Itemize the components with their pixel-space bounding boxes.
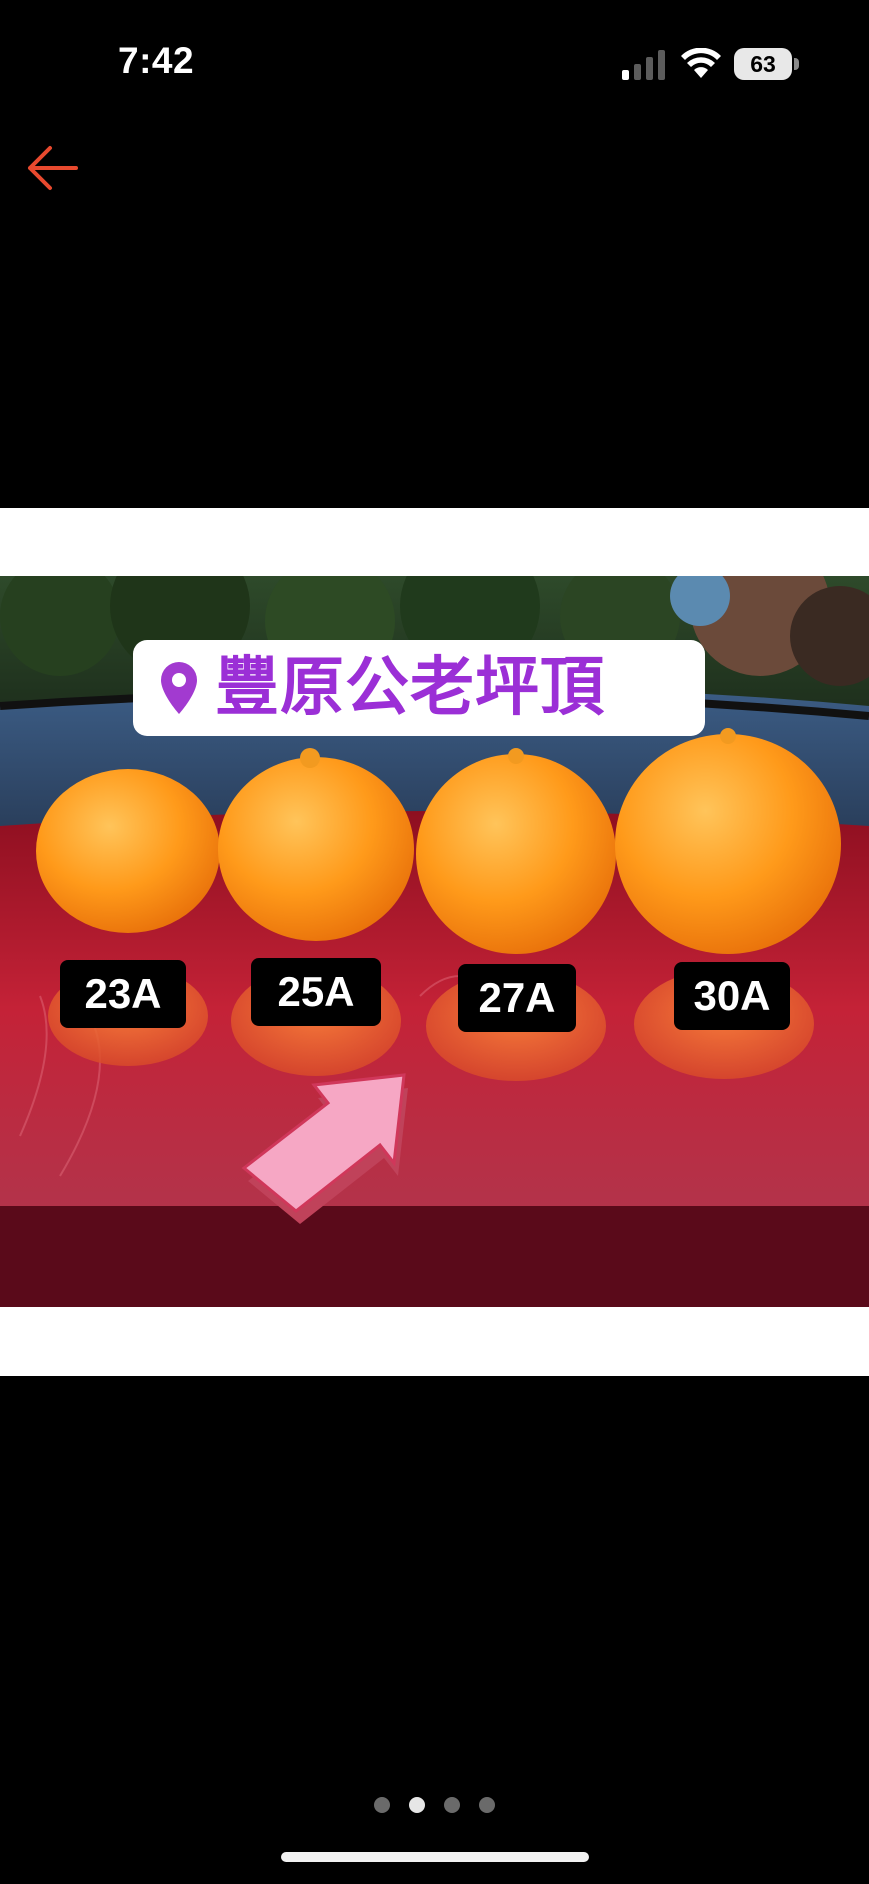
size-label: 30A — [674, 962, 790, 1030]
status-bar: 7:42 63 — [0, 0, 869, 130]
location-label: 豐原公老坪頂 — [215, 651, 605, 725]
location-banner: 豐原公老坪頂 — [133, 640, 705, 736]
home-indicator[interactable] — [281, 1852, 589, 1862]
product-photo: 豐原公老坪頂 23A 25A 27A 30A — [0, 576, 869, 1307]
page-dot[interactable] — [444, 1797, 460, 1813]
battery-cap — [794, 58, 799, 70]
image-carousel[interactable]: 豐原公老坪頂 23A 25A 27A 30A — [0, 508, 869, 1376]
page-indicator[interactable] — [0, 1797, 869, 1817]
size-label: 25A — [251, 958, 381, 1026]
status-time: 7:42 — [118, 40, 195, 81]
wifi-icon — [681, 48, 721, 78]
size-label: 27A — [458, 964, 576, 1032]
page-dot[interactable] — [479, 1797, 495, 1813]
map-pin-icon — [161, 662, 197, 714]
arrow-left-icon — [28, 146, 78, 190]
size-label: 23A — [60, 960, 186, 1028]
battery-icon: 63 — [734, 48, 792, 80]
page-dot[interactable] — [374, 1797, 390, 1813]
page-dot-active[interactable] — [409, 1797, 425, 1813]
back-button[interactable] — [26, 142, 82, 194]
signal-icon — [622, 50, 665, 80]
